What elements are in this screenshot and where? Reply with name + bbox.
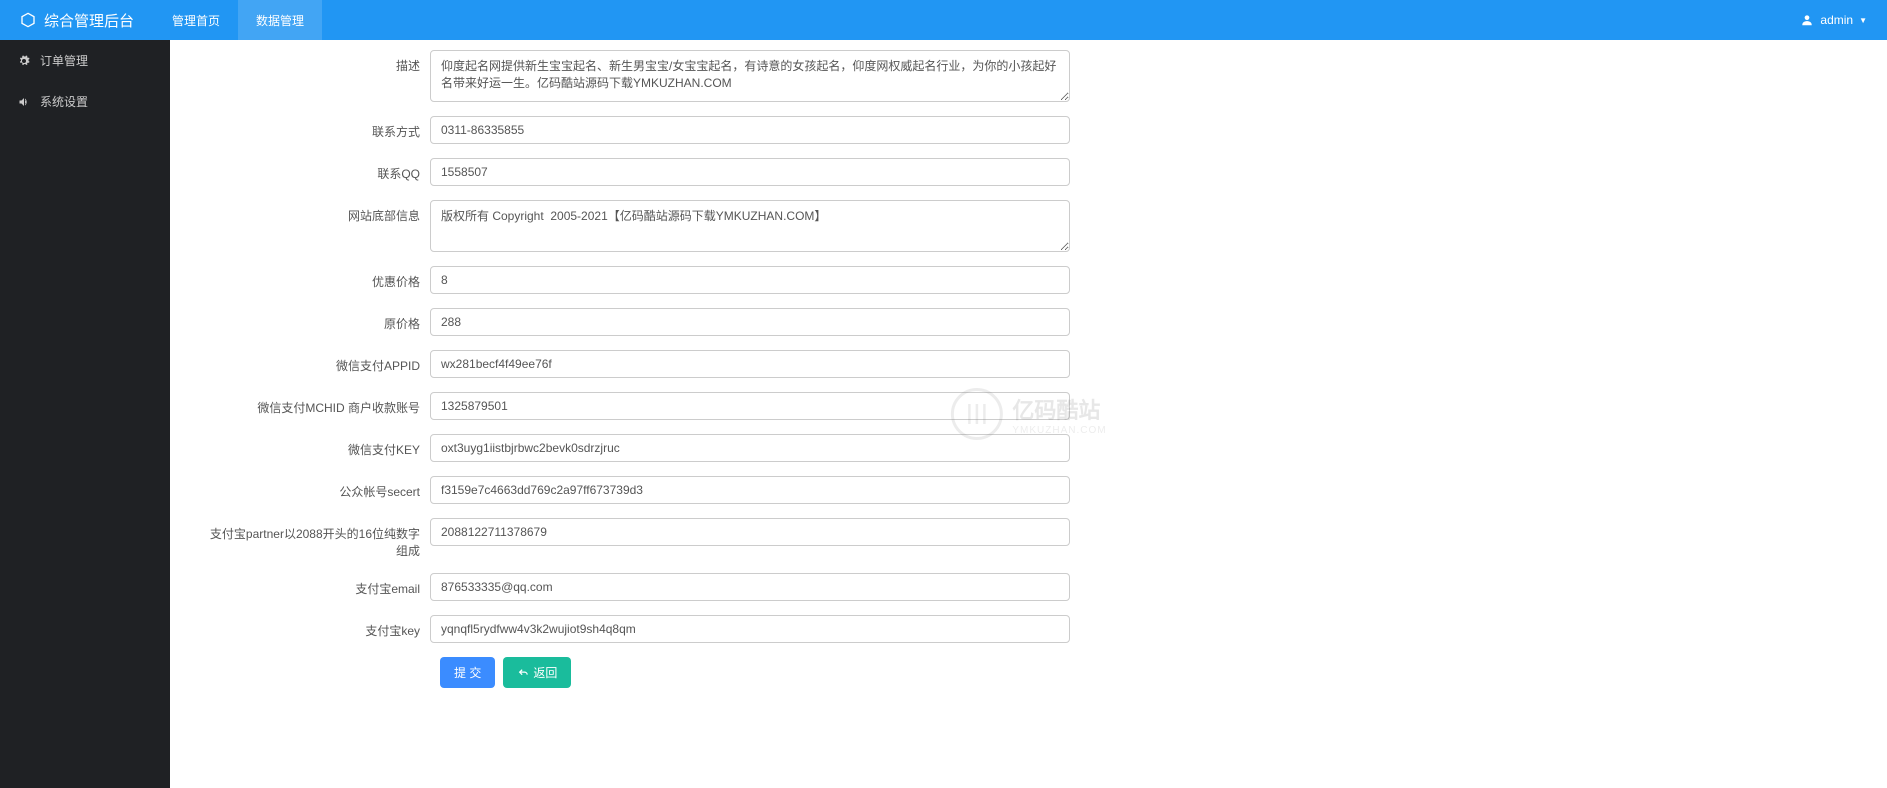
input-alipay-partner[interactable] — [430, 518, 1070, 546]
input-qq[interactable] — [430, 158, 1070, 186]
sidebar-label-orders: 订单管理 — [40, 52, 88, 69]
nav-home[interactable]: 管理首页 — [154, 0, 238, 40]
label-wx-key: 微信支付KEY — [200, 434, 430, 458]
input-alipay-email[interactable] — [430, 573, 1070, 601]
input-discount-price[interactable] — [430, 266, 1070, 294]
chevron-down-icon: ▼ — [1859, 16, 1867, 25]
gear-icon — [18, 55, 30, 67]
user-icon — [1800, 13, 1814, 27]
label-wx-appid: 微信支付APPID — [200, 350, 430, 374]
input-alipay-key[interactable] — [430, 615, 1070, 643]
input-description[interactable] — [430, 50, 1070, 102]
label-contact: 联系方式 — [200, 116, 430, 140]
main-content: 亿码酷站 YMKUZHAN.COM 描述 联系方式 联系QQ 网站底部信息 优惠… — [170, 40, 1887, 788]
nav-data[interactable]: 数据管理 — [238, 0, 322, 40]
input-wx-appid[interactable] — [430, 350, 1070, 378]
submit-button[interactable]: 提 交 — [440, 657, 495, 688]
label-alipay-email: 支付宝email — [200, 573, 430, 597]
back-arrow-icon — [517, 668, 529, 678]
sidebar: 订单管理 系统设置 — [0, 40, 170, 788]
label-wx-secret: 公众帐号secert — [200, 476, 430, 500]
label-original-price: 原价格 — [200, 308, 430, 332]
input-footer[interactable] — [430, 200, 1070, 252]
label-alipay-partner: 支付宝partner以2088开头的16位纯数字组成 — [200, 518, 430, 559]
volume-icon — [18, 96, 30, 108]
hexagon-icon — [20, 12, 36, 28]
header-logo: 综合管理后台 — [0, 10, 154, 31]
label-discount-price: 优惠价格 — [200, 266, 430, 290]
input-wx-mchid[interactable] — [430, 392, 1070, 420]
input-contact[interactable] — [430, 116, 1070, 144]
back-button[interactable]: 返回 — [503, 657, 571, 688]
label-description: 描述 — [200, 50, 430, 74]
sidebar-item-settings[interactable]: 系统设置 — [0, 81, 170, 122]
input-wx-key[interactable] — [430, 434, 1070, 462]
label-wx-mchid: 微信支付MCHID 商户收款账号 — [200, 392, 430, 416]
label-alipay-key: 支付宝key — [200, 615, 430, 639]
top-header: 综合管理后台 管理首页 数据管理 admin ▼ — [0, 0, 1887, 40]
sidebar-item-orders[interactable]: 订单管理 — [0, 40, 170, 81]
user-menu[interactable]: admin ▼ — [1780, 13, 1887, 27]
input-original-price[interactable] — [430, 308, 1070, 336]
sidebar-label-settings: 系统设置 — [40, 93, 88, 110]
back-label: 返回 — [533, 664, 557, 681]
nav-items: 管理首页 数据管理 — [154, 0, 322, 40]
username: admin — [1820, 13, 1853, 27]
input-wx-secret[interactable] — [430, 476, 1070, 504]
label-qq: 联系QQ — [200, 158, 430, 182]
app-title: 综合管理后台 — [44, 10, 134, 31]
label-footer: 网站底部信息 — [200, 200, 430, 224]
